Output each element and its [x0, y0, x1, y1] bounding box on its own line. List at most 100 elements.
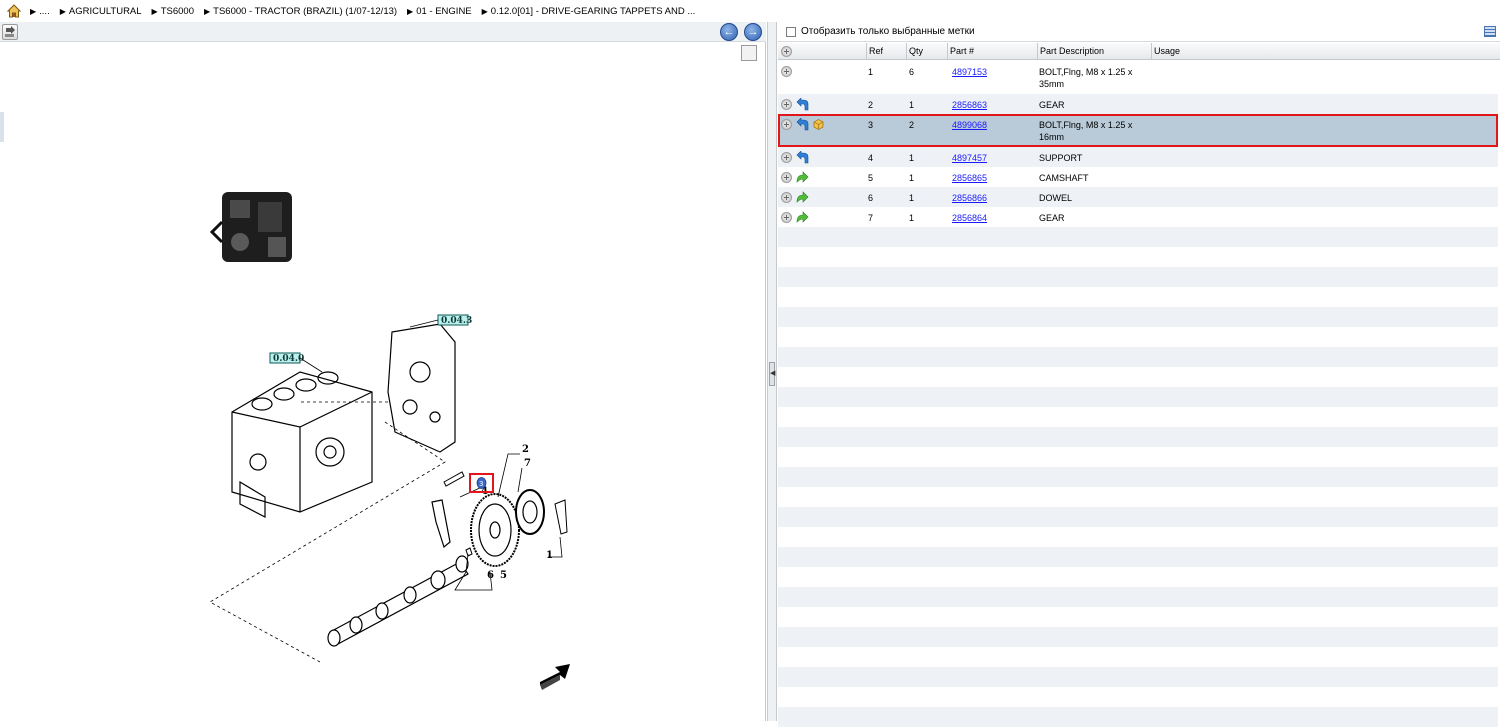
part-number-link[interactable]: 4897457: [952, 152, 987, 164]
expand-row-icon[interactable]: [781, 172, 792, 183]
breadcrumb-item-root[interactable]: ▶....: [30, 6, 50, 17]
breadcrumb-item-ts6000[interactable]: ▶ TS6000: [152, 6, 194, 17]
empty-row: [778, 427, 1498, 447]
column-header-part-description[interactable]: Part Description: [1037, 43, 1151, 60]
engine-thumbnail: [209, 192, 292, 262]
empty-row: [778, 567, 1498, 587]
camshaft-drawing[interactable]: [327, 555, 469, 647]
ref-number-1[interactable]: 1: [546, 550, 553, 561]
part-number-link[interactable]: 2856864: [952, 212, 987, 224]
small-gear-drawing[interactable]: [515, 489, 545, 535]
collapse-handle-icon[interactable]: ◀: [769, 362, 775, 386]
breadcrumb-item-agricultural[interactable]: ▶ AGRICULTURAL: [60, 6, 142, 17]
export-icon: [5, 26, 15, 37]
qty-cell: 6: [909, 67, 915, 77]
empty-row: [778, 507, 1498, 527]
callout-0-04-0[interactable]: 0.04.0: [269, 352, 323, 373]
expand-row-icon[interactable]: [781, 152, 792, 163]
blue-return-arrow-icon[interactable]: [796, 98, 809, 111]
qty-cell: 1: [909, 100, 915, 110]
empty-row: [778, 407, 1498, 427]
part-number-link[interactable]: 2856865: [952, 172, 987, 184]
empty-row: [778, 267, 1498, 287]
table-row[interactable]: 5 1 2856865 CAMSHAFT: [778, 167, 1498, 187]
column-header-part-number[interactable]: Part #: [947, 43, 1037, 60]
breadcrumb: ▶.... ▶ AGRICULTURAL ▶ TS6000 ▶ TS6000 - TR…: [0, 0, 1500, 22]
list-view-icon[interactable]: [1484, 26, 1496, 37]
column-header-qty[interactable]: Qty: [906, 43, 947, 60]
table-row[interactable]: 3 2 4899068 BOLT,Flng, M8 x 1.25 x 16mm: [778, 114, 1498, 147]
qty-cell: 1: [909, 193, 915, 203]
grid-header: Ref Qty Part # Part Description Usage: [778, 43, 1500, 60]
home-icon[interactable]: [6, 3, 22, 19]
part-description-cell: SUPPORT: [1039, 153, 1083, 163]
filter-bar: Отобразить только выбранные метки: [778, 22, 1500, 42]
pane-splitter[interactable]: ◀: [767, 22, 777, 721]
part-description-cell: CAMSHAFT: [1039, 173, 1089, 183]
part-number-link[interactable]: 4897153: [952, 66, 987, 78]
ref-number-2[interactable]: 2: [522, 444, 529, 455]
expand-row-icon[interactable]: [781, 119, 792, 130]
table-row[interactable]: 4 1 4897457 SUPPORT: [778, 147, 1498, 167]
qty-cell: 1: [909, 153, 915, 163]
engine-block-drawing: [231, 371, 373, 518]
arrow-right-icon: →: [747, 26, 759, 38]
arrow-left-icon: ←: [723, 26, 735, 38]
empty-row: [778, 587, 1498, 607]
qty-cell: 2: [909, 120, 915, 130]
ref-cell: 7: [868, 213, 874, 223]
empty-row: [778, 367, 1498, 387]
table-row[interactable]: 6 1 2856866 DOWEL: [778, 187, 1498, 207]
previous-page-button[interactable]: ←: [720, 23, 738, 41]
breadcrumb-item-engine[interactable]: ▶ 01 - ENGINE: [407, 6, 472, 17]
ref-cell: 6: [868, 193, 874, 203]
part-number-link[interactable]: 4899068: [952, 119, 987, 131]
expand-row-icon[interactable]: [781, 192, 792, 203]
part-description-cell: GEAR: [1039, 213, 1065, 223]
empty-row: [778, 547, 1498, 567]
expand-row-icon[interactable]: [781, 99, 792, 110]
ref-cell: 2: [868, 100, 874, 110]
expand-row-icon[interactable]: [781, 212, 792, 223]
package-icon[interactable]: [812, 118, 825, 131]
export-button[interactable]: [2, 24, 18, 40]
green-forward-arrow-icon[interactable]: [796, 211, 809, 224]
ref-cell: 3: [868, 120, 874, 130]
column-header-usage[interactable]: Usage: [1151, 43, 1498, 60]
part-number-link[interactable]: 2856866: [952, 192, 987, 204]
breadcrumb-item-tractor[interactable]: ▶ TS6000 - TRACTOR (BRAZIL) (1/07-12/13): [204, 6, 397, 17]
ref-cell: 5: [868, 173, 874, 183]
empty-row: [778, 707, 1498, 727]
ref-cell: 4: [868, 153, 874, 163]
parts-list-pane: Отобразить только выбранные метки Ref Qt…: [778, 22, 1500, 727]
blue-return-arrow-icon[interactable]: [796, 118, 809, 131]
empty-row: [778, 627, 1498, 647]
breadcrumb-item-drive-gearing[interactable]: ▶ 0.12.0[01] - DRIVE-GEARING TAPPETS AND …: [482, 6, 696, 17]
expand-all-icon[interactable]: [781, 46, 792, 57]
part-description-cell: BOLT,Flng, M8 x 1.25 x 35mm: [1039, 67, 1133, 89]
blue-return-arrow-icon[interactable]: [796, 151, 809, 164]
expand-row-icon[interactable]: [781, 66, 792, 77]
next-page-button[interactable]: →: [744, 23, 762, 41]
part-number-link[interactable]: 2856863: [952, 99, 987, 111]
empty-row: [778, 667, 1498, 687]
support-drawing[interactable]: [431, 499, 451, 549]
green-forward-arrow-icon[interactable]: [796, 191, 809, 204]
empty-row: [778, 287, 1498, 307]
ref-number-5[interactable]: 5: [500, 570, 507, 581]
green-forward-arrow-icon[interactable]: [796, 171, 809, 184]
show-selected-only-checkbox[interactable]: [786, 26, 796, 37]
empty-row: [778, 347, 1498, 367]
table-row[interactable]: 7 1 2856864 GEAR: [778, 207, 1498, 227]
exploded-parts-diagram[interactable]: 0.04.3 0.04.0 2 7 4 1 6 5 3: [0, 42, 766, 721]
column-header-ref[interactable]: Ref: [866, 43, 906, 60]
empty-row: [778, 227, 1498, 247]
ref-number-6[interactable]: 6: [487, 570, 494, 581]
ref-number-7[interactable]: 7: [524, 458, 531, 469]
table-row[interactable]: 1 6 4897153 BOLT,Flng, M8 x 1.25 x 35mm: [778, 61, 1498, 94]
empty-row: [778, 327, 1498, 347]
callout-0-04-3[interactable]: 0.04.3: [409, 314, 472, 328]
gear-drawing[interactable]: [470, 493, 520, 567]
table-row[interactable]: 2 1 2856863 GEAR: [778, 94, 1498, 114]
qty-cell: 1: [909, 213, 915, 223]
